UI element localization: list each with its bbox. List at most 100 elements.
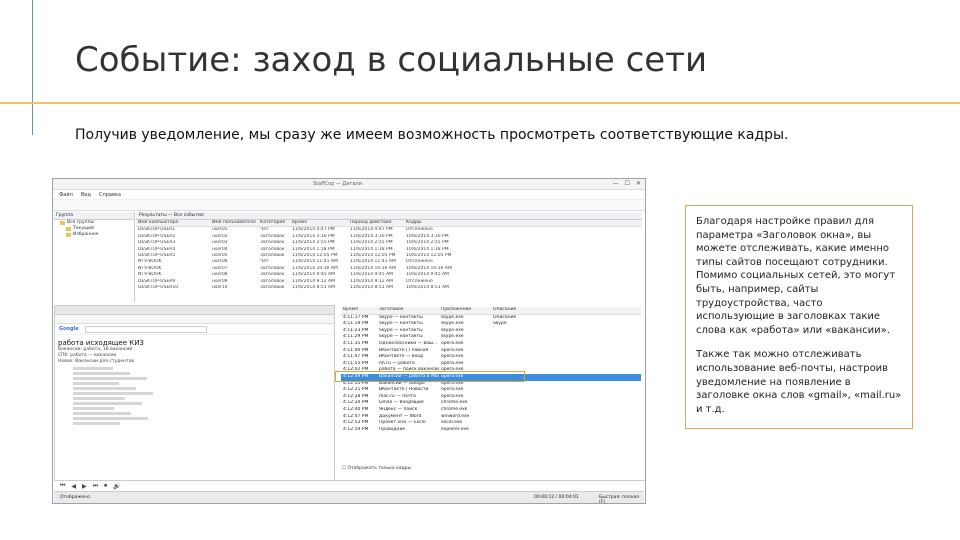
list-cell: 4:11:17 PM — [343, 314, 369, 320]
list-cell: ВКонтакте | Новости — [379, 387, 429, 393]
list-item[interactable]: 4:11:40 PM ВКонтакте | Главная opera.exe — [341, 348, 641, 355]
list-item[interactable]: 4:11:47 PM ВКонтакте — вход opera.exe — [341, 354, 641, 361]
list-cell: excel.exe — [441, 420, 463, 426]
list-cell: Яндекс — поиск — [379, 406, 418, 412]
folder-icon — [66, 233, 71, 237]
list-cell: opera.exe — [441, 393, 464, 399]
text-line-placeholder — [73, 397, 125, 400]
table-cell: 11/6/2014 8:51 AM — [292, 284, 336, 290]
list-cell — [491, 407, 553, 414]
events-column-headers: Имя компьютера Имя пользователя Категори… — [136, 220, 642, 228]
list-cell — [491, 427, 553, 434]
list-cell: skype.exe — [441, 334, 464, 340]
list-item[interactable]: 4:11:17 PM Skype — контакты skype.exe Описа… — [341, 315, 641, 322]
list-cell: Одноклассники — ваш... — [379, 340, 438, 346]
list-cell: ВКонтакте | Главная — [379, 347, 429, 353]
toolbar — [53, 200, 645, 211]
list-cell: 4:11:55 PM — [343, 360, 369, 366]
list-item[interactable]: 4:12:21 PM ВКонтакте | Новости opera.exe — [341, 387, 641, 394]
text-line-placeholder — [73, 417, 148, 420]
text-line-placeholder — [73, 377, 147, 380]
menu-bar: Файл Вид Справка — [53, 190, 645, 200]
list-item[interactable]: 4:11:19 PM Skype — контакты skype.exe Skype — [341, 321, 641, 328]
column-header[interactable]: Имя пользователя — [210, 220, 258, 226]
column-header[interactable]: Время — [290, 220, 348, 226]
text-line-placeholder — [73, 372, 130, 375]
column-header[interactable]: Имя компьютера — [136, 220, 210, 226]
list-cell: 4:12:59 PM — [343, 426, 369, 432]
column-header[interactable]: Описание — [491, 307, 553, 314]
list-cell — [491, 400, 553, 407]
column-header[interactable]: Период действия — [348, 220, 404, 226]
maximize-icon[interactable]: ☐ — [625, 180, 630, 187]
column-header[interactable]: Кадры — [404, 220, 466, 226]
skip-forward-icon[interactable]: ⏭ — [93, 482, 98, 490]
list-item[interactable]: 4:12:47 PM Документ — Word winword.exe — [341, 414, 641, 421]
status-time: 00:00:12 / 00:04:01 — [534, 495, 579, 500]
text-line-placeholder — [73, 422, 120, 425]
list-cell: 4:11:40 PM — [343, 347, 369, 353]
search-box — [84, 325, 207, 333]
menu-file[interactable]: Файл — [59, 192, 73, 198]
window-title: StaffCop — Детали — [313, 181, 362, 187]
frames-only-checkbox[interactable]: ☐ Отображать только кадры — [342, 466, 411, 471]
list-cell: Документ — Word — [379, 413, 422, 419]
list-cell: 4:11:47 PM — [343, 354, 369, 360]
list-cell: Описание — [493, 314, 517, 320]
text-line-placeholder — [73, 412, 131, 415]
list-cell: skype.exe — [441, 321, 464, 327]
column-header[interactable]: Приложение — [439, 307, 491, 314]
volume-icon[interactable]: 🔊 — [113, 483, 120, 490]
list-item[interactable]: 4:11:29 PM Skype — контакты skype.exe — [341, 334, 641, 341]
list-item[interactable]: 4:12:53 PM Проект.xlsx — Excel excel.exe — [341, 420, 641, 427]
list-item[interactable]: 4:11:55 PM hh.ru — работа opera.exe — [341, 361, 641, 368]
stop-icon[interactable]: ⏹ — [104, 482, 107, 490]
table-cell: 10/6/2014 8:51 AM — [406, 284, 450, 290]
column-header[interactable]: Заголовок — [377, 307, 439, 314]
list-cell: explorer.exe — [441, 426, 469, 432]
text-line-placeholder — [73, 402, 142, 405]
list-cell: chrome.exe — [441, 400, 468, 406]
browser-address-bar — [55, 315, 334, 324]
column-header[interactable]: Категория — [258, 220, 290, 226]
list-item[interactable]: 4:12:59 PM Проводник explorer.exe — [341, 427, 641, 434]
rewind-icon[interactable]: ◀ — [71, 483, 76, 490]
table-row[interactable]: DESKTOP-USER10 user10 Заголовок 11/6/2014 8… — [136, 285, 642, 291]
table-cell: Заголовок — [260, 284, 285, 290]
text-line-placeholder — [73, 387, 136, 390]
group-tree: Группа Все группы Текущий Избранное — [54, 212, 135, 302]
tree-header: Группа — [54, 212, 134, 220]
close-icon[interactable]: ✕ — [636, 180, 641, 187]
list-item[interactable]: 4:11:23 PM Skype — контакты skype.exe — [341, 328, 641, 335]
list-cell: Gmail — Входящие — [379, 400, 424, 406]
search-logo: Google — [59, 326, 79, 332]
text-line-placeholder — [73, 367, 113, 370]
list-item[interactable]: 4:12:40 PM Яндекс — поиск chrome.exe — [341, 407, 641, 414]
table-cell: 11/6/2014 8:51 AM — [350, 284, 394, 290]
browser-search-row: Google — [55, 324, 334, 335]
menu-view[interactable]: Вид — [81, 192, 91, 198]
list-cell — [491, 394, 553, 401]
column-header[interactable]: Время — [341, 307, 377, 314]
list-item[interactable]: 4:11:35 PM Одноклассники — ваш... opera.ex… — [341, 341, 641, 348]
menu-help[interactable]: Справка — [99, 192, 121, 198]
list-cell: chrome.exe — [441, 406, 468, 412]
list-cell: Skype — контакты — [379, 321, 423, 327]
browser-headline: работа исходящее КИЗ — [58, 339, 144, 347]
list-item[interactable]: 4:12:34 PM Gmail — Входящие chrome.exe — [341, 400, 641, 407]
list-cell: 4:11:29 PM — [343, 334, 369, 340]
skip-back-icon[interactable]: ⏮ — [60, 482, 65, 490]
text-line-placeholder — [73, 392, 153, 395]
folder-icon — [66, 227, 71, 231]
list-item[interactable]: 4:12:28 PM mail.ru — почта opera.exe — [341, 394, 641, 401]
list-cell: 4:12:53 PM — [343, 420, 369, 426]
tree-item[interactable]: Избранное — [54, 232, 134, 238]
minimize-icon[interactable]: — — [613, 180, 619, 187]
play-icon[interactable]: ▶ — [82, 483, 87, 490]
list-cell: 4:12:28 PM — [343, 393, 369, 399]
browser-result-line: Новое: Вакансии для студентов — [58, 359, 135, 364]
text-line-placeholder — [73, 407, 114, 410]
accent-vertical-line — [32, 0, 33, 135]
list-cell: Проект.xlsx — Excel — [379, 420, 426, 426]
folder-icon — [60, 221, 65, 225]
